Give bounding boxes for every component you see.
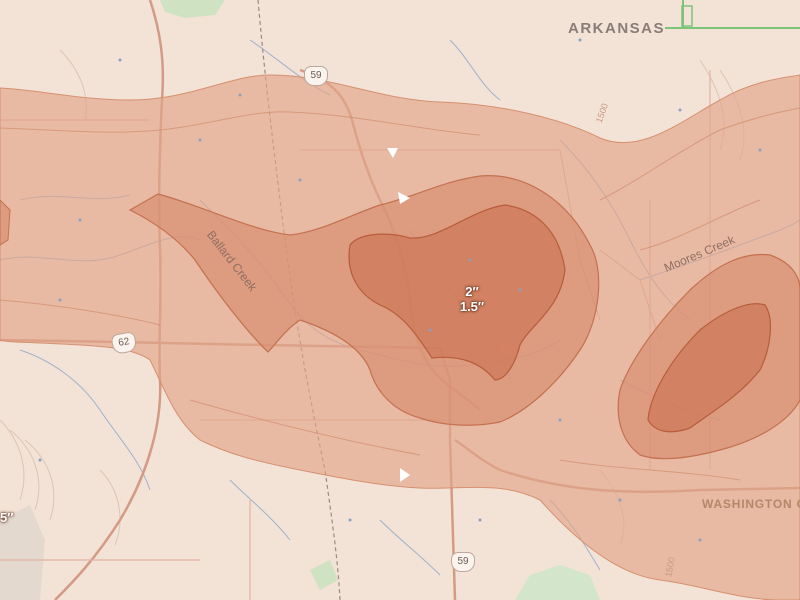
snowfall-edge-label: 5″	[0, 510, 14, 525]
route-59-shield: 59	[451, 552, 475, 572]
county-label: WASHINGTON C	[702, 497, 800, 511]
snowfall-lower-value: 1.5″	[459, 299, 485, 314]
route-59-shield: 59	[304, 66, 328, 86]
snowfall-upper-value: 2″	[465, 284, 479, 299]
snowfall-map[interactable]: ARKANSAS WASHINGTON C Ballard Creek Moor…	[0, 0, 800, 600]
map-canvas	[0, 0, 800, 600]
state-label: ARKANSAS	[568, 20, 666, 37]
snowfall-value-label: 2″ 1.5″	[447, 284, 497, 314]
